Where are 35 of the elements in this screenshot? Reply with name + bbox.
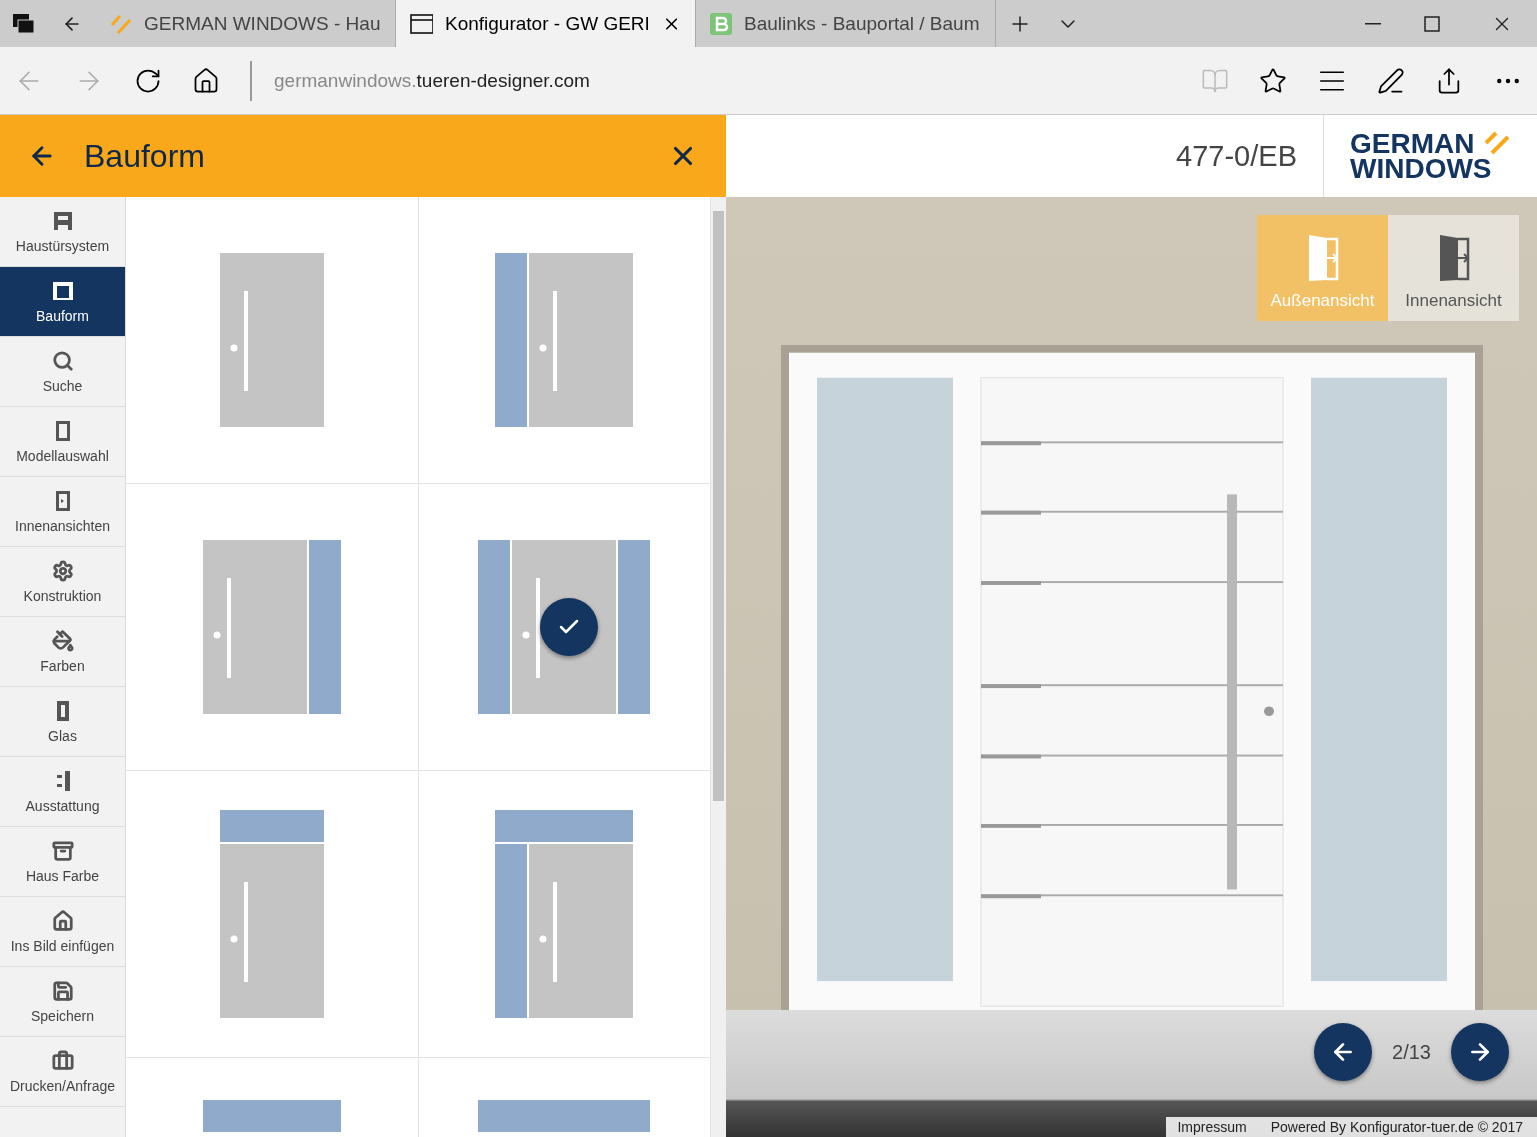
scrollbar[interactable] (711, 197, 726, 1137)
search-icon (51, 349, 74, 372)
stripes-icon (110, 12, 132, 35)
page-icon (410, 13, 433, 34)
pen-icon[interactable] (1377, 66, 1405, 95)
sidebar-item[interactable]: Modellauswahl (0, 407, 125, 477)
settings-icon (51, 559, 74, 582)
door-style-option[interactable] (418, 484, 711, 771)
sidebar-item[interactable]: Glas (0, 687, 125, 757)
box-icon (51, 839, 74, 862)
home-icon (51, 909, 74, 932)
browser-tab[interactable]: Konfigurator - GW GERI (396, 0, 696, 47)
model-number: 477-0/EB (1176, 138, 1298, 174)
sidebar-item[interactable]: Haus Farbe (0, 827, 125, 897)
sidebar-item[interactable]: Speichern (0, 967, 125, 1037)
star-icon[interactable] (1259, 66, 1287, 95)
sidebar-item[interactable]: Konstruktion (0, 547, 125, 617)
paint-bucket-icon (51, 629, 74, 652)
briefcase-icon (51, 1049, 74, 1072)
credit-text: Powered By Konfigurator-tuer.de © 2017 (1270, 1119, 1523, 1135)
save-icon (51, 979, 74, 1002)
sidebar-item[interactable]: Ins Bild einfügen (0, 897, 125, 967)
sidebar-item[interactable]: Drucken/Anfrage (0, 1037, 125, 1107)
impressum-link[interactable]: Impressum (1177, 1119, 1247, 1135)
home-icon[interactable] (192, 66, 220, 95)
sidebar-item[interactable]: Ausstattung (0, 757, 125, 827)
letter-b-icon (710, 12, 732, 35)
view-toggle[interactable]: Innenansicht (1388, 215, 1519, 321)
panel-title: Bauform (84, 137, 206, 175)
sidebar-item[interactable]: Suche (0, 337, 125, 407)
sidebar-item[interactable]: Innenansichten (0, 477, 125, 547)
sidebar-item[interactable]: Farben (0, 617, 125, 687)
frame-icon (51, 279, 74, 302)
page-counter: 2/13 (1392, 1040, 1431, 1064)
sidebar-item[interactable]: Bauform (0, 267, 125, 337)
